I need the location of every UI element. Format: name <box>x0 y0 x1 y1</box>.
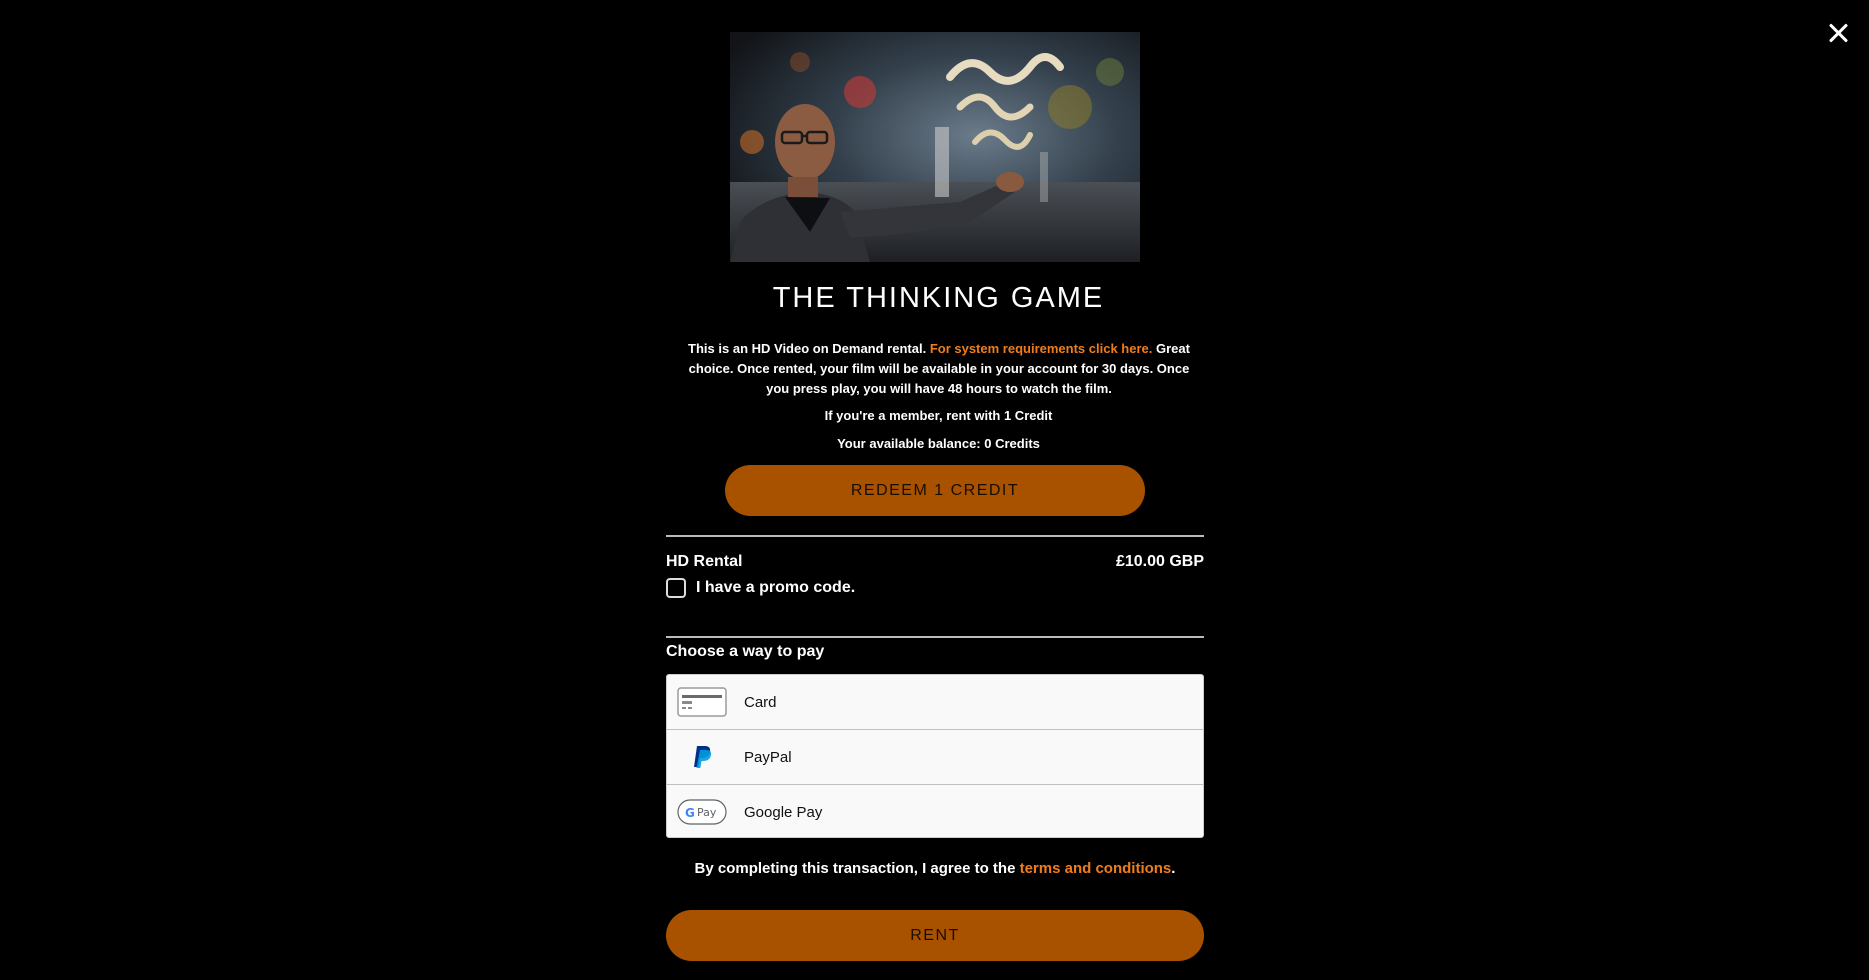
payment-options: Card PayPal G Pay Google Pay <box>666 674 1204 838</box>
credit-balance-text: Your available balance: 0 Credits <box>837 436 1040 451</box>
payment-option-label: Card <box>744 693 777 711</box>
rental-price: £10.00 GBP <box>1115 553 1204 570</box>
member-credit-text: If you're a member, rent with 1 Credit <box>824 408 1053 423</box>
film-poster-image <box>730 32 1140 262</box>
payment-option-label: PayPal <box>744 748 792 766</box>
redeem-credit-button[interactable]: REDEEM 1 CREDIT <box>725 465 1145 516</box>
rent-button[interactable]: RENT <box>666 910 1204 961</box>
system-requirements-link[interactable]: For system requirements click here. <box>930 341 1153 356</box>
payment-option-google-pay[interactable]: G Pay Google Pay <box>667 785 1203 839</box>
credit-card-icon <box>677 687 727 717</box>
film-title: THE THINKING GAME <box>772 282 1105 314</box>
terms-suffix: . <box>1171 860 1176 877</box>
terms-link[interactable]: terms and conditions <box>1020 860 1172 877</box>
promo-code-checkbox[interactable] <box>666 578 686 598</box>
payment-heading: Choose a way to pay <box>666 643 825 660</box>
payment-option-paypal[interactable]: PayPal <box>667 730 1203 785</box>
google-pay-icon: G Pay <box>677 799 727 825</box>
svg-text:G: G <box>685 806 695 820</box>
paypal-icon <box>677 745 727 769</box>
payment-option-label: Google Pay <box>744 803 823 821</box>
payment-option-card[interactable]: Card <box>667 675 1203 730</box>
rental-type-label: HD Rental <box>666 553 743 570</box>
terms-notice: By completing this transaction, I agree … <box>666 860 1204 877</box>
svg-text:Pay: Pay <box>697 806 717 819</box>
description-text: This is an HD Video on Demand rental. <box>688 341 930 356</box>
divider <box>666 636 1204 638</box>
terms-text: By completing this transaction, I agree … <box>694 860 1020 877</box>
rental-description: This is an HD Video on Demand rental. Fo… <box>682 339 1196 399</box>
promo-code-label[interactable]: I have a promo code. <box>696 579 855 597</box>
close-icon[interactable] <box>1823 18 1853 48</box>
divider <box>666 535 1204 537</box>
promo-code-row: I have a promo code. <box>666 578 855 598</box>
